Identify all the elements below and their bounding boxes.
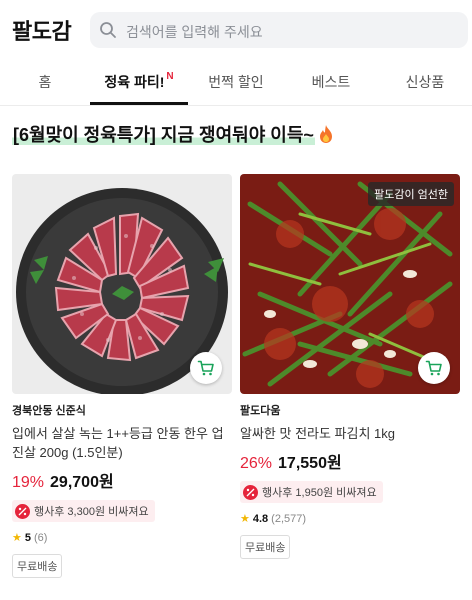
tab-flash-sale[interactable]: 번쩍 할인 — [188, 58, 284, 106]
category-tabs: 홈 정육 파티! N 번쩍 할인 베스트 신상품 — [0, 58, 472, 106]
product-title[interactable]: 입에서 살살 녹는 1++등급 안동 한우 업진살 200g (1.5인분) — [12, 424, 232, 462]
percent-icon — [15, 503, 30, 519]
app-logo[interactable]: 팔도감 — [12, 14, 72, 46]
product-card[interactable]: 팔도감이 엄선한 팔도다움 알싸한 맛 전라도 파김치 1kg 26% 17,55… — [240, 174, 460, 559]
cart-icon — [425, 360, 442, 376]
rating-score: 4.8 — [252, 512, 269, 525]
sale-price: 17,550원 — [278, 455, 342, 472]
tab-best[interactable]: 베스트 — [284, 58, 378, 106]
tab-meat-party[interactable]: 정육 파티! N — [90, 58, 188, 106]
price-notice-badge: 행사후 1,950원 비싸져요 — [240, 481, 383, 503]
sale-price: 29,700원 — [50, 474, 114, 491]
fire-icon — [319, 125, 332, 143]
discount-rate: 19% — [12, 474, 45, 491]
review-count: (2,577) — [271, 512, 307, 525]
tab-label: 베스트 — [311, 74, 351, 90]
tab-label: 신상품 — [405, 74, 445, 90]
search-icon — [100, 22, 116, 38]
search-placeholder[interactable]: 검색어를 입력해 주세요 — [126, 22, 263, 42]
rating-row: ★ 5 (6) — [12, 531, 232, 545]
tab-label: 정육 파티! — [104, 74, 165, 90]
price-notice-text: 행사후 1,950원 비싸져요 — [262, 487, 377, 499]
tab-label: 홈 — [38, 74, 52, 90]
curated-badge: 팔도감이 엄선한 — [368, 182, 454, 206]
review-count: (6) — [34, 531, 48, 544]
discount-rate: 26% — [240, 455, 273, 472]
search-bar[interactable]: 검색어를 입력해 주세요 — [90, 12, 468, 48]
free-shipping-tag: 무료배송 — [240, 535, 291, 559]
add-to-cart-button[interactable] — [418, 352, 450, 384]
new-badge: N — [166, 70, 174, 82]
active-tab-indicator — [90, 102, 188, 105]
product-image[interactable] — [12, 174, 232, 394]
percent-icon — [243, 484, 258, 500]
promo-text: [6월맞이 정육특가] 지금 쟁여둬야 이득~ — [12, 125, 315, 145]
add-to-cart-button[interactable] — [190, 352, 222, 384]
promo-heading: [6월맞이 정육특가] 지금 쟁여둬야 이득~ — [12, 122, 335, 148]
price-row: 26% 17,550원 — [240, 449, 460, 473]
product-image[interactable]: 팔도감이 엄선한 — [240, 174, 460, 394]
seller-name: 팔도다움 — [240, 405, 281, 417]
seller-name: 경북안동 신준식 — [12, 405, 86, 417]
tab-label: 번쩍 할인 — [208, 74, 264, 90]
tab-new-products[interactable]: 신상품 — [378, 58, 472, 106]
header: 팔도감 검색어를 입력해 주세요 — [0, 0, 472, 58]
tab-home[interactable]: 홈 — [0, 58, 90, 106]
price-notice-text: 행사후 3,300원 비싸져요 — [34, 506, 149, 518]
rating-score: 5 — [24, 531, 31, 544]
cart-icon — [197, 360, 214, 376]
star-icon: ★ — [240, 513, 250, 525]
rating-row: ★ 4.8 (2,577) — [240, 512, 460, 526]
product-title[interactable]: 알싸한 맛 전라도 파김치 1kg — [240, 424, 460, 443]
price-notice-badge: 행사후 3,300원 비싸져요 — [12, 500, 155, 522]
price-row: 19% 29,700원 — [12, 468, 232, 492]
product-card[interactable]: 경북안동 신준식 입에서 살살 녹는 1++등급 안동 한우 업진살 200g … — [12, 174, 232, 578]
free-shipping-tag: 무료배송 — [12, 554, 63, 578]
star-icon: ★ — [12, 532, 22, 544]
